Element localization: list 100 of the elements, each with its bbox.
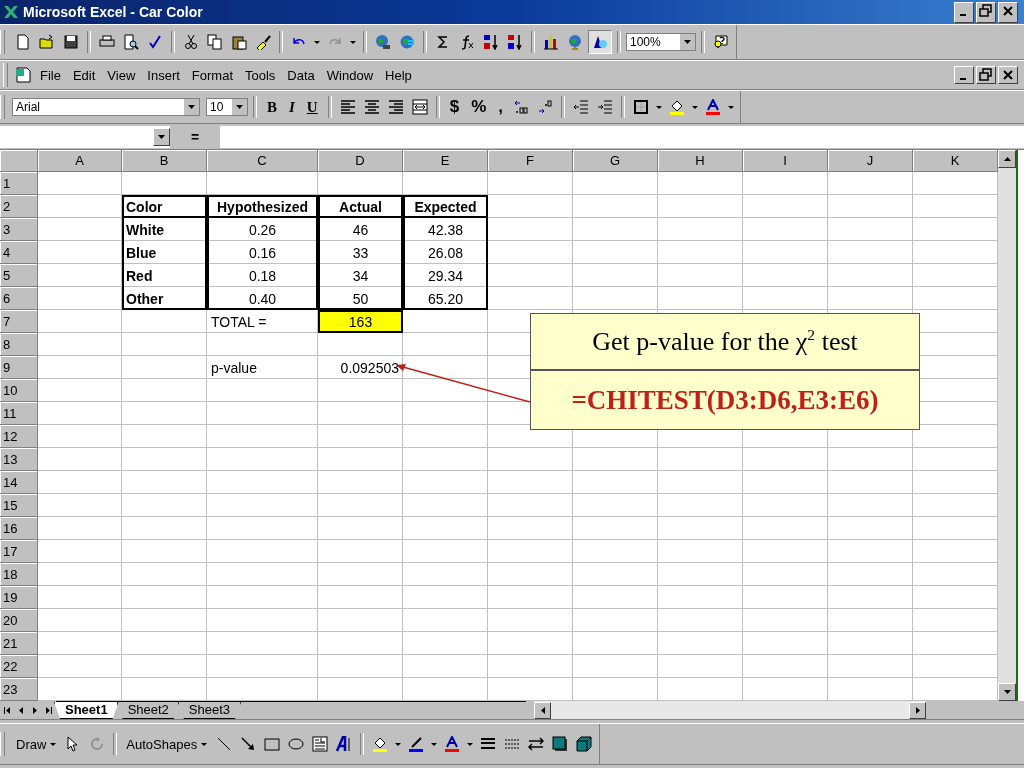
sheet-tab[interactable]: Sheet1 xyxy=(54,702,119,719)
table-cell: 34 xyxy=(318,264,403,287)
caret-icon[interactable] xyxy=(312,38,322,46)
table-cell: 0.18 xyxy=(207,264,318,287)
row-header[interactable]: 14 xyxy=(0,471,38,494)
row-header[interactable]: 10 xyxy=(0,379,38,402)
font-size-dropdown[interactable]: 10 xyxy=(206,98,248,116)
column-header[interactable]: K xyxy=(913,150,998,172)
italic-button[interactable]: I xyxy=(284,96,300,118)
row-header[interactable]: 15 xyxy=(0,494,38,517)
row-header[interactable]: 9 xyxy=(0,356,38,379)
caret-icon[interactable] xyxy=(393,740,404,748)
minimize-icon[interactable] xyxy=(954,66,974,84)
scroll-up-icon[interactable] xyxy=(998,150,1016,168)
scroll-down-icon[interactable] xyxy=(998,683,1016,701)
row-header[interactable]: 3 xyxy=(0,218,38,241)
row-header[interactable]: 21 xyxy=(0,632,38,655)
currency-button[interactable]: $ xyxy=(444,95,465,119)
row-header[interactable]: 11 xyxy=(0,402,38,425)
autoshapes-menu-button[interactable]: AutoShapes xyxy=(122,734,212,754)
caret-icon[interactable] xyxy=(465,740,476,748)
table-cell: Expected xyxy=(403,195,488,218)
dropdown-arrow-icon[interactable] xyxy=(236,105,243,109)
bold-button[interactable]: B xyxy=(262,96,282,118)
menu-item[interactable]: Edit xyxy=(67,65,101,85)
row-header[interactable]: 17 xyxy=(0,540,38,563)
row-header[interactable]: 13 xyxy=(0,448,38,471)
percent-button[interactable]: % xyxy=(466,95,492,119)
menu-item[interactable]: Format xyxy=(186,65,238,85)
table-cell: Actual xyxy=(318,195,403,218)
menu-item[interactable]: View xyxy=(102,65,141,85)
caret-icon[interactable] xyxy=(429,740,440,748)
row-header[interactable]: 19 xyxy=(0,586,38,609)
sheet-tab[interactable]: Sheet3 xyxy=(177,702,242,719)
table-cell: 33 xyxy=(318,241,403,264)
table-cell: Color xyxy=(122,195,207,218)
caret-icon[interactable] xyxy=(348,38,358,46)
font-dropdown[interactable]: Arial xyxy=(12,98,200,116)
table-cell: 50 xyxy=(318,287,403,310)
row-header[interactable]: 7 xyxy=(0,310,38,333)
row-header[interactable]: 2 xyxy=(0,195,38,218)
row-header[interactable]: 5 xyxy=(0,264,38,287)
zoom-dropdown[interactable]: 100% xyxy=(626,33,696,51)
table-cell-text: TOTAL = xyxy=(210,312,268,332)
excel-logo-icon xyxy=(3,4,19,20)
column-header[interactable]: J xyxy=(828,150,913,172)
column-header[interactable]: H xyxy=(658,150,743,172)
column-header[interactable]: C xyxy=(207,150,318,172)
close-icon[interactable] xyxy=(998,66,1018,84)
column-header[interactable]: I xyxy=(743,150,828,172)
menu-item[interactable]: Tools xyxy=(240,65,281,85)
dropdown-arrow-icon[interactable] xyxy=(684,40,691,44)
dropdown-arrow-icon[interactable] xyxy=(188,105,195,109)
restore-icon[interactable] xyxy=(976,1,996,23)
scroll-right-icon[interactable] xyxy=(909,701,926,719)
vertical-scrollbar[interactable] xyxy=(998,150,1016,701)
row-header[interactable]: 4 xyxy=(0,241,38,264)
select-all-button[interactable] xyxy=(0,150,38,172)
caret-icon[interactable] xyxy=(654,103,665,111)
draw-menu-button[interactable]: Draw xyxy=(12,734,61,754)
table-cell: 42.38 xyxy=(403,218,488,241)
table-cell-text: 0.092503 xyxy=(339,358,400,378)
column-header[interactable]: E xyxy=(403,150,488,172)
underline-button[interactable]: U xyxy=(301,96,323,118)
row-header[interactable]: 12 xyxy=(0,425,38,448)
row-header[interactable]: 6 xyxy=(0,287,38,310)
workbook-icon[interactable] xyxy=(13,65,33,85)
comma-button[interactable]: , xyxy=(493,95,509,119)
row-header[interactable]: 8 xyxy=(0,333,38,356)
row-header[interactable]: 23 xyxy=(0,678,38,701)
scroll-left-icon[interactable] xyxy=(534,701,551,719)
menu-item[interactable]: Data xyxy=(282,65,320,85)
menu-item[interactable]: Insert xyxy=(142,65,185,85)
menu-item[interactable]: Help xyxy=(380,65,417,85)
menu-item[interactable]: Window xyxy=(321,65,379,85)
caret-icon[interactable] xyxy=(690,103,701,111)
row-header[interactable]: 22 xyxy=(0,655,38,678)
dropdown-arrow-icon[interactable] xyxy=(50,742,57,746)
formula-input[interactable] xyxy=(220,125,1024,148)
column-header[interactable]: B xyxy=(122,150,207,172)
table-cell: 26.08 xyxy=(403,241,488,264)
column-header[interactable]: D xyxy=(318,150,403,172)
row-header[interactable]: 20 xyxy=(0,609,38,632)
row-header[interactable]: 16 xyxy=(0,517,38,540)
restore-icon[interactable] xyxy=(976,66,996,84)
table-cell: 65.20 xyxy=(403,287,488,310)
column-header[interactable]: G xyxy=(573,150,658,172)
caret-icon[interactable] xyxy=(726,103,737,111)
close-icon[interactable] xyxy=(998,1,1018,23)
table-cell: 0.16 xyxy=(207,241,318,264)
menu-item[interactable]: File xyxy=(35,65,66,85)
column-header[interactable]: A xyxy=(38,150,122,172)
row-header[interactable]: 18 xyxy=(0,563,38,586)
row-header[interactable]: 1 xyxy=(0,172,38,195)
table-cell: Blue xyxy=(122,241,207,264)
column-header[interactable]: F xyxy=(488,150,573,172)
dropdown-arrow-icon[interactable] xyxy=(201,742,208,746)
table-cell: Hypothesized xyxy=(207,195,318,218)
minimize-icon[interactable] xyxy=(954,1,974,23)
window-title: Microsoft Excel - Car Color xyxy=(23,4,203,20)
